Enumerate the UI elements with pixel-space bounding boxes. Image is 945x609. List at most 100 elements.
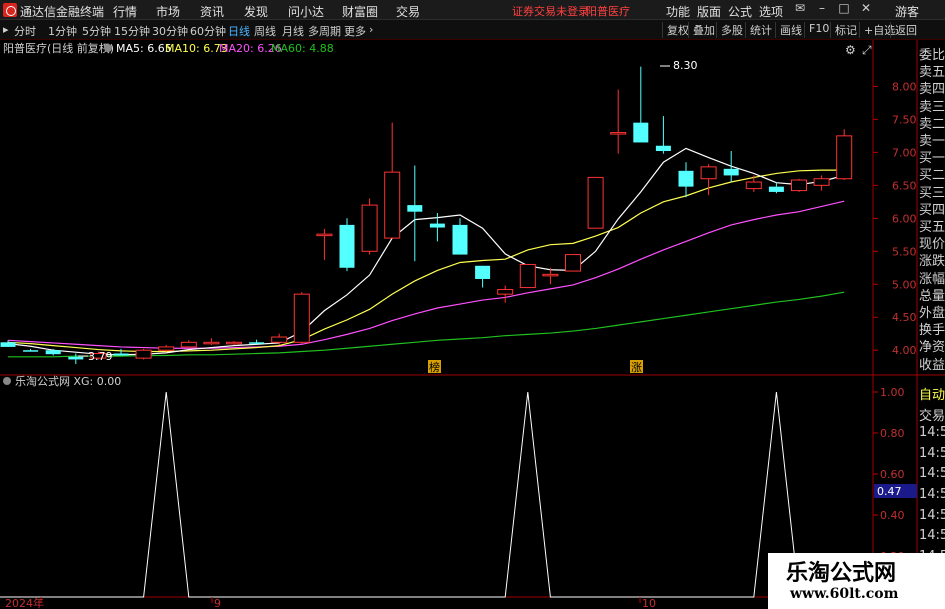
indicator-toggle-icon[interactable] [104, 44, 112, 52]
current-stock-name: 阳普医疗 [586, 5, 630, 18]
candle-body-up [316, 233, 333, 237]
app-title: 通达信金融终端 [20, 5, 105, 19]
menu-zixun[interactable]: 资讯 [200, 3, 224, 20]
app-logo-icon [3, 3, 17, 17]
date-label: 2024年 [5, 596, 44, 609]
btn-f10[interactable]: F10 [804, 22, 829, 38]
candle-body-up [384, 171, 401, 239]
menu-xuanxiang[interactable]: 选项 [759, 3, 783, 20]
tab-period-15min[interactable]: 15分钟 [114, 23, 150, 39]
candle-body-down [429, 223, 445, 228]
tab-period-daily[interactable]: 日线 [228, 23, 250, 39]
side-panel-item[interactable]: 卖二 [919, 113, 945, 132]
price-tick-label: 4.50 [892, 311, 917, 324]
close-icon[interactable]: ✕ [856, 1, 876, 17]
menu-caifuquan[interactable]: 财富圈 [342, 3, 378, 20]
side-panel-item[interactable]: 14:56 [919, 425, 945, 440]
tab-period-5min[interactable]: 5分钟 [82, 23, 111, 39]
price-tick-label: 5.00 [892, 278, 917, 291]
date-label: 9 [214, 597, 221, 609]
menu-jiaoyi[interactable]: 交易 [396, 3, 420, 20]
maximize-icon[interactable]: □ [834, 1, 854, 17]
side-panel-item[interactable]: 收益 [919, 354, 945, 373]
tab-period-weekly[interactable]: 周线 [254, 23, 276, 39]
tab-period-1min[interactable]: 1分钟 [48, 23, 77, 39]
side-panel-item[interactable]: 卖一 [919, 130, 945, 149]
menu-faxian[interactable]: 发现 [244, 3, 268, 20]
price-tick-label: 6.00 [892, 212, 917, 225]
tab-fenshi[interactable]: ▸ [3, 23, 9, 36]
side-panel-item[interactable]: 换手 [919, 319, 945, 338]
ma20-line [7, 200, 845, 349]
settings-gear-icon[interactable]: ⚙ [845, 43, 856, 57]
btn-biaoji[interactable]: 标记 [830, 22, 857, 38]
candle-body-down [655, 145, 671, 152]
watermark-url: www.60lt.com [790, 586, 899, 602]
side-panel-item[interactable]: 买三 [919, 182, 945, 201]
candle-body-up [180, 341, 197, 348]
side-panel-item[interactable]: 总量 [919, 285, 945, 304]
menu-banmian[interactable]: 版面 [697, 3, 721, 20]
candle-body-down [45, 350, 61, 355]
date-axis: 2024年 9 10 [5, 596, 656, 609]
btn-duogu[interactable]: 多股 [716, 22, 743, 38]
minimize-icon[interactable]: – [812, 1, 832, 17]
side-panel-item[interactable]: 卖三 [919, 96, 945, 115]
side-panel-item[interactable]: 14:56 [919, 508, 945, 523]
candle-body-up [135, 349, 152, 359]
tab-period-monthly[interactable]: 月线 [282, 23, 304, 39]
side-panel-item[interactable]: 涨跌 [919, 250, 945, 269]
btn-diejia[interactable]: 叠加 [688, 22, 715, 38]
btn-back[interactable]: 返回 [890, 22, 917, 38]
side-panel-item[interactable]: 买二 [919, 164, 945, 183]
indicator-toggle-icon[interactable] [3, 377, 11, 385]
email-icon[interactable]: ✉ [790, 1, 810, 17]
login-status[interactable]: 证券交易未登录 [512, 3, 589, 19]
side-panel-item[interactable]: 14:56 [919, 528, 945, 543]
candle-body-down [475, 265, 491, 279]
kline-chart-panel[interactable]: 8.00 7.50 7.00 6.50 6.00 5.50 5.00 4.50 4.00 阳普医… [0, 40, 945, 375]
side-panel-item[interactable]: 14:56 [919, 466, 945, 481]
indicator-tick-label: 0.40 [880, 509, 905, 522]
expand-icon[interactable]: ⤢ [861, 43, 872, 57]
btn-fuquan[interactable]: 复权 [662, 22, 689, 38]
candle-body-up [271, 336, 288, 343]
candle-body-up [519, 263, 536, 289]
btn-tongji[interactable]: 统计 [745, 22, 772, 38]
tab-period-fenshi[interactable]: 分时 [14, 23, 36, 39]
title-bar: 通达信金融终端 行情 市场 资讯 发现 问小达 财富圈 交易 证券交易未登录 阳… [0, 0, 945, 20]
watermark-logo: 乐淘公式网 www.60lt.com [768, 553, 945, 609]
tab-period-30min[interactable]: 30分钟 [152, 23, 188, 39]
side-panel-item[interactable]: 外盘 [919, 302, 945, 321]
candle-body-up [610, 132, 627, 135]
candle-body-down [768, 186, 784, 192]
quote-side-panel: 委比 卖五 卖四 卖三 卖二 卖一 买一 买二 买三 买四 买五 现价 涨跌 涨幅 总量 外盘 换手 净资 收益 [917, 40, 945, 375]
side-panel-item[interactable]: 14:56 [919, 487, 945, 502]
side-panel-item[interactable]: 卖五 [919, 61, 945, 80]
tab-period-60min[interactable]: 60分钟 [190, 23, 226, 39]
menu-gongshi[interactable]: 公式 [728, 3, 752, 20]
side-panel-item[interactable]: 卖四 [919, 78, 945, 97]
side-panel-item[interactable]: 涨幅 [919, 268, 945, 287]
watermark-name: 乐淘公式网 [786, 560, 897, 586]
side-panel-item[interactable]: 净资 [919, 336, 945, 355]
side-panel-item[interactable]: 自动 [919, 384, 945, 403]
side-panel-item[interactable]: 交易 [919, 405, 945, 424]
guest-user[interactable]: 游客 [895, 3, 919, 20]
menu-shichang[interactable]: 市场 [156, 3, 180, 20]
menu-wenxiaoda[interactable]: 问小达 [288, 3, 324, 20]
candlestick-series [0, 66, 853, 365]
side-panel-item[interactable]: 买五 [919, 216, 945, 235]
side-panel-item[interactable]: 委比 [919, 44, 945, 63]
btn-huaxian[interactable]: 画线 [775, 22, 802, 38]
side-panel-item[interactable]: 买一 [919, 147, 945, 166]
tab-period-more[interactable]: 更多 [344, 23, 366, 39]
side-panel-item[interactable]: 14:56 [919, 446, 945, 461]
menu-hangqing[interactable]: 行情 [113, 3, 137, 20]
side-panel-item[interactable]: 买四 [919, 199, 945, 218]
tab-period-multi[interactable]: 多周期 [308, 23, 341, 39]
price-tick-label: 6.50 [892, 179, 917, 192]
side-panel-item[interactable]: 现价 [919, 233, 945, 252]
menu-gongneng[interactable]: 功能 [666, 3, 690, 20]
chevron-right-icon[interactable]: › [369, 23, 373, 36]
